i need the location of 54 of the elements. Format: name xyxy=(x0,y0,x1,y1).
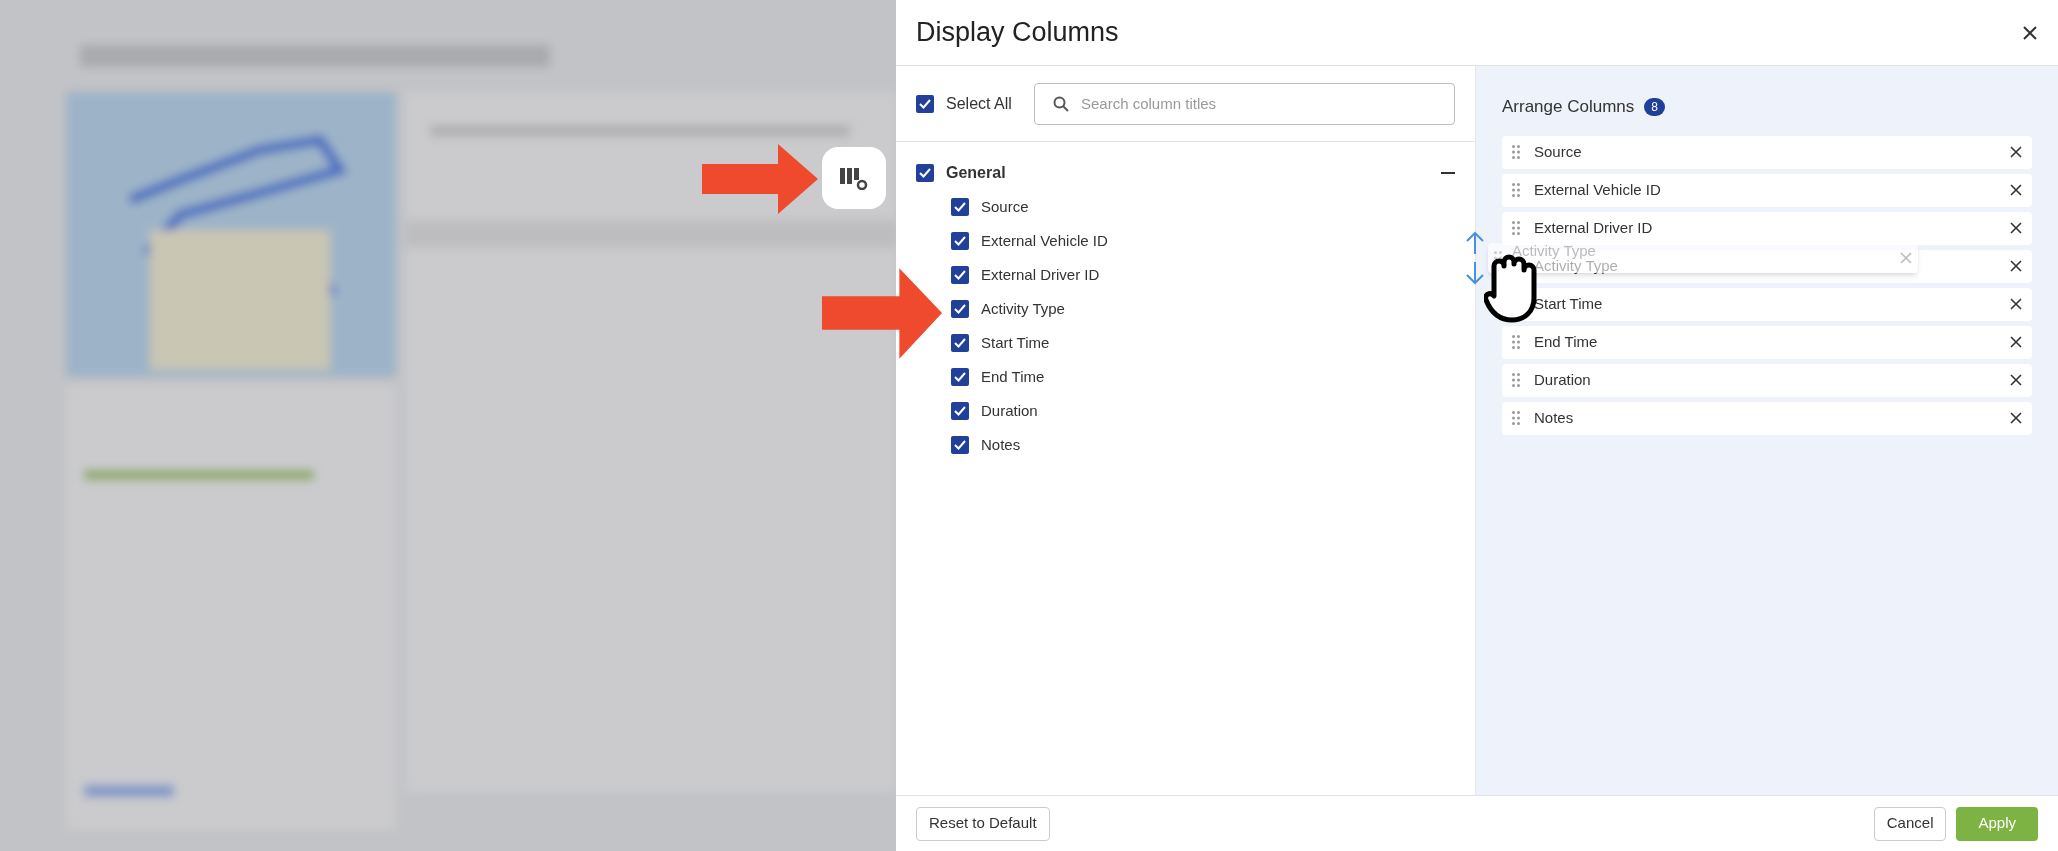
close-icon[interactable] xyxy=(2022,24,2038,41)
remove-icon[interactable] xyxy=(2010,222,2022,234)
remove-icon[interactable] xyxy=(2010,336,2022,348)
column-label: Start Time xyxy=(1534,293,1603,314)
column-label: Notes xyxy=(1534,407,1574,428)
column-label: External Driver ID xyxy=(1534,217,1653,238)
column-label: Notes xyxy=(981,434,1021,455)
remove-icon xyxy=(1900,251,1912,264)
remove-icon[interactable] xyxy=(2010,412,2022,424)
column-label: Duration xyxy=(1534,369,1591,390)
drag-handle-icon[interactable] xyxy=(1512,145,1520,159)
column-label: External Vehicle ID xyxy=(981,230,1108,251)
drag-handle-icon[interactable] xyxy=(1512,373,1520,387)
remove-icon[interactable] xyxy=(2010,298,2022,310)
search-input[interactable]: Search column titles xyxy=(1081,83,1436,124)
drag-handle-icon[interactable] xyxy=(1512,183,1520,197)
checkbox[interactable] xyxy=(951,300,969,318)
checkbox[interactable] xyxy=(951,368,969,386)
cancel-button[interactable]: Cancel xyxy=(1873,806,1947,841)
column-label: External Driver ID xyxy=(981,264,1100,285)
remove-icon[interactable] xyxy=(2010,184,2022,196)
checkbox[interactable] xyxy=(951,232,969,250)
column-label: Activity Type xyxy=(981,298,1065,319)
column-label: End Time xyxy=(981,366,1045,387)
drag-handle-icon[interactable] xyxy=(1512,335,1520,349)
count-badge: 8 xyxy=(1644,97,1665,116)
remove-icon[interactable] xyxy=(2010,146,2022,158)
column-label: External Vehicle ID xyxy=(1534,179,1661,200)
checkbox[interactable] xyxy=(916,164,934,182)
remove-icon[interactable] xyxy=(2010,260,2022,272)
remove-icon[interactable] xyxy=(2010,374,2022,386)
columns-gear-icon xyxy=(840,166,868,190)
drag-handle-icon[interactable] xyxy=(1512,411,1520,425)
drag-handle-icon[interactable] xyxy=(1512,221,1520,235)
column-settings-button[interactable] xyxy=(822,147,886,209)
checkbox[interactable] xyxy=(951,334,969,352)
section-title: Arrange Columns xyxy=(1502,96,1635,118)
checkbox[interactable] xyxy=(916,94,934,113)
select-all-label: Select All xyxy=(946,93,1012,114)
column-label: End Time xyxy=(1534,331,1598,352)
column-label: Source xyxy=(981,196,1029,217)
search-icon xyxy=(1053,95,1069,112)
group-label: General xyxy=(946,163,1007,183)
up-down-arrows-icon xyxy=(1464,229,1486,286)
search-field[interactable]: Search column titles xyxy=(1034,82,1455,125)
checkbox[interactable] xyxy=(951,402,969,420)
column-label: Start Time xyxy=(981,332,1050,353)
reset-button[interactable]: Reset to Default xyxy=(916,806,1050,841)
checkbox[interactable] xyxy=(951,266,969,284)
checkbox[interactable] xyxy=(951,436,969,454)
column-label: Source xyxy=(1534,141,1582,162)
column-label: Duration xyxy=(981,400,1038,421)
checkbox[interactable] xyxy=(951,198,969,216)
dialog-title: Display Columns xyxy=(916,16,1119,50)
